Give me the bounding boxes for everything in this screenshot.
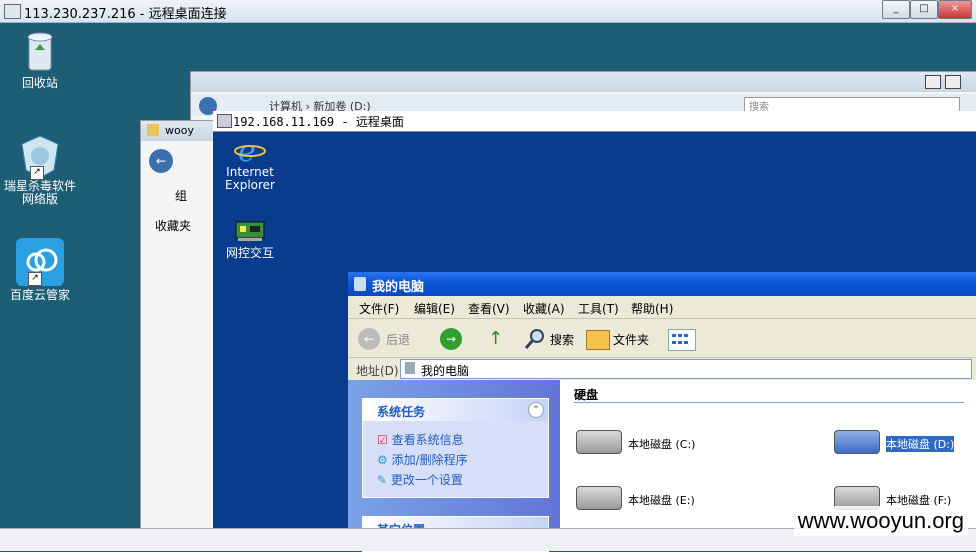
favorites-label[interactable]: 收藏夹 [155, 217, 191, 234]
watermark: www.wooyun.org [793, 506, 968, 536]
desktop-icon-label: 网控交互 [225, 246, 274, 260]
window-controls: _ □ × [882, 0, 972, 19]
inner-rdp-title-bar: 192.168.11.169 - 远程桌面 [213, 111, 976, 132]
menu-favorites[interactable]: 收藏(A) [523, 300, 565, 317]
system-tasks-header[interactable]: 系统任务 ⌃ [363, 399, 548, 421]
recycle-bin-icon [24, 30, 56, 74]
desktop-icon-rising-antivirus[interactable]: ↗ 瑞星杀毒软件网络版 [0, 134, 85, 206]
back-icon[interactable]: ← [149, 149, 173, 173]
computer-icon [354, 277, 366, 291]
hard-disk-icon [576, 486, 622, 510]
drive-label: 本地磁盘 (C:) [628, 438, 696, 451]
outer-window-title: 113.230.237.216 - 远程桌面连接 [24, 7, 227, 22]
inner-rdp-title: 192.168.11.169 - 远程桌面 [233, 115, 404, 129]
address-value: 我的电脑 [421, 364, 470, 378]
outer-rdp-title-bar: 113.230.237.216 - 远程桌面连接 _ □ × [0, 0, 976, 23]
task-change-setting[interactable]: ✎ 更改一个设置 [377, 471, 463, 488]
minimize-button[interactable] [925, 75, 941, 89]
section-divider [574, 402, 964, 403]
desktop-icon-network-control[interactable]: 网控交互 [206, 218, 294, 261]
drive-c[interactable]: 本地磁盘 (C:) [576, 430, 736, 456]
system-tasks-title: 系统任务 [377, 405, 426, 419]
menu-edit[interactable]: 编辑(E) [414, 300, 455, 317]
desktop-icon-recycle-bin[interactable]: 回收站 [0, 30, 85, 91]
computer-icon [405, 362, 415, 374]
section-title: 硬盘 [574, 388, 599, 402]
shortcut-arrow-icon: ↗ [28, 272, 42, 286]
svg-text:e: e [238, 134, 256, 166]
back-button-label[interactable]: 后退 [386, 331, 410, 348]
hard-disk-icon [576, 430, 622, 454]
maximize-button[interactable]: □ [910, 0, 938, 19]
folder-icon [147, 124, 159, 136]
close-button[interactable]: × [938, 0, 972, 19]
up-folder-icon[interactable]: ↑ [488, 328, 508, 350]
desktop-icon-internet-explorer[interactable]: e Internet Explorer [206, 134, 294, 192]
drive-d[interactable]: 本地磁盘 (D:) [834, 430, 974, 456]
internet-explorer-icon: e [234, 134, 266, 169]
desktop-icon-label: 瑞星杀毒软件网络版 [3, 179, 76, 206]
drive-e[interactable]: 本地磁盘 (E:) [576, 486, 736, 512]
collapse-icon[interactable]: ⌃ [528, 402, 544, 418]
maximize-button[interactable] [945, 75, 961, 89]
menu-bar: 文件(F) 编辑(E) 查看(V) 收藏(A) 工具(T) 帮助(H) [348, 296, 976, 319]
rising-antivirus-icon: ↗ [18, 134, 62, 180]
menu-view[interactable]: 查看(V) [468, 300, 510, 317]
toolbar: ← 后退 → ↑ 搜索 文件夹 [348, 319, 976, 358]
search-button-label[interactable]: 搜索 [550, 331, 574, 348]
task-pane: 系统任务 ⌃ ☑ 查看系统信息 ⚙ 添加/删除程序 ✎ 更改一个设置 其它位置 [348, 380, 560, 552]
desktop-icon-baidu-cloud[interactable]: ↗ 百度云管家 [0, 238, 85, 303]
remote-desktop-icon [4, 4, 21, 19]
baidu-cloud-icon: ↗ [16, 238, 64, 286]
desktop-icon-label: 百度云管家 [9, 288, 70, 302]
task-view-system-info[interactable]: ☑ 查看系统信息 [377, 431, 464, 448]
task-add-remove-programs[interactable]: ⚙ 添加/删除程序 [377, 451, 468, 468]
network-control-icon [234, 218, 266, 244]
window-title: 我的电脑 [372, 280, 425, 295]
drive-label: 本地磁盘 (E:) [628, 494, 695, 507]
back-arrow-icon[interactable]: ← [358, 328, 380, 350]
menu-tools[interactable]: 工具(T) [578, 300, 619, 317]
desktop-icon-label: 回收站 [21, 76, 58, 90]
drive-label: 本地磁盘 (D:) [886, 436, 955, 452]
bg-window-title-bar [191, 72, 976, 92]
minimize-button[interactable]: _ [882, 0, 910, 19]
address-bar: 地址(D) 我的电脑 [348, 358, 976, 381]
desktop-icon-label: Internet Explorer [225, 165, 275, 192]
my-computer-title-bar: 我的电脑 [348, 272, 976, 296]
search-icon[interactable] [524, 328, 546, 350]
hard-disk-icon [834, 430, 880, 454]
bg-window-title: wooy [165, 124, 194, 137]
remote-desktop-icon [217, 114, 232, 128]
folders-icon[interactable] [586, 330, 610, 350]
menu-help[interactable]: 帮助(H) [631, 300, 673, 317]
organize-label[interactable]: 组 [175, 187, 187, 204]
system-tasks-panel: 系统任务 ⌃ ☑ 查看系统信息 ⚙ 添加/删除程序 ✎ 更改一个设置 [362, 398, 549, 498]
views-icon[interactable] [668, 329, 696, 351]
address-label: 地址(D) [356, 364, 399, 378]
address-input[interactable]: 我的电脑 [400, 359, 972, 379]
folders-button-label[interactable]: 文件夹 [613, 331, 649, 348]
shortcut-arrow-icon: ↗ [30, 166, 44, 180]
menu-file[interactable]: 文件(F) [359, 300, 399, 317]
forward-arrow-icon[interactable]: → [440, 328, 462, 350]
